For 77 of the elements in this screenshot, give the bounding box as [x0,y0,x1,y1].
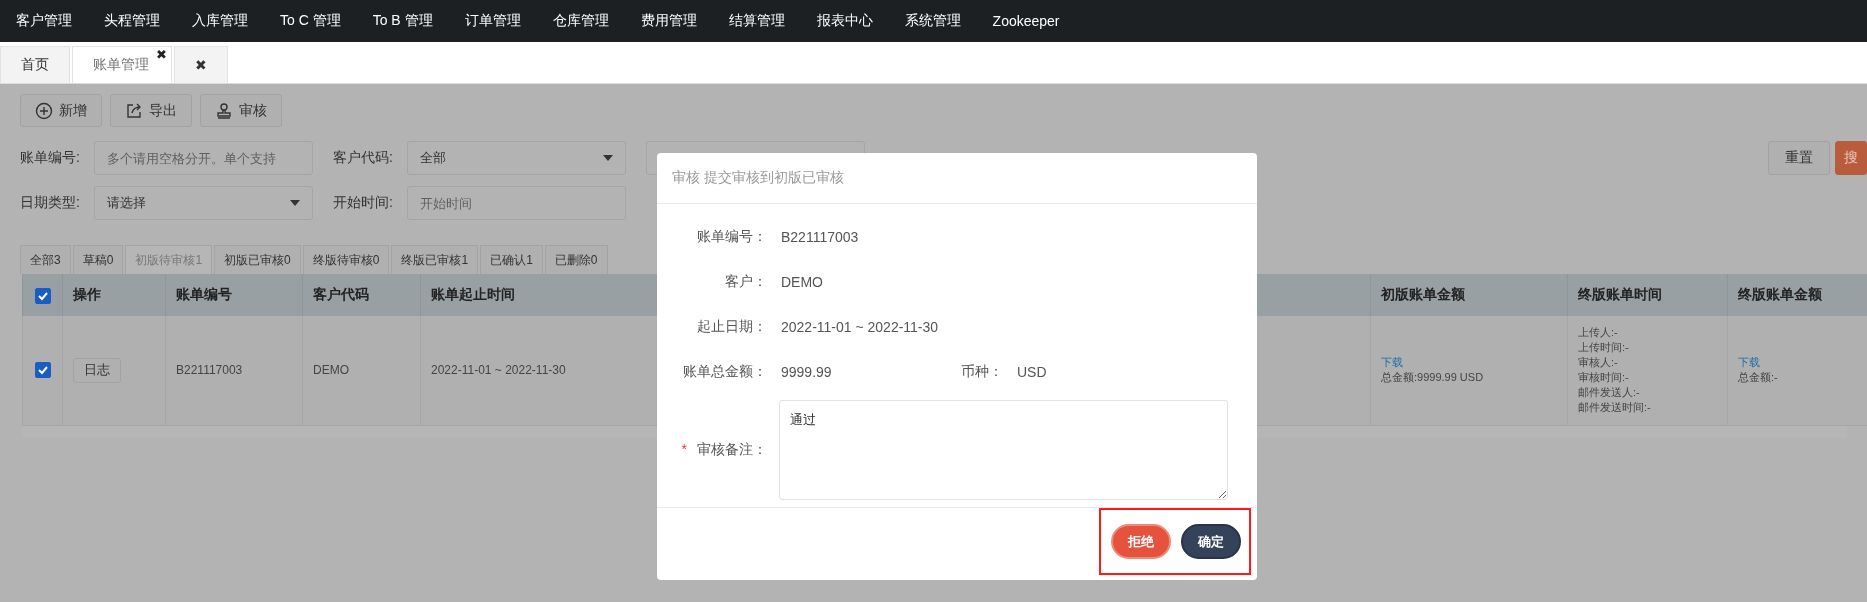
toolbar-button[interactable]: 新增 [20,94,102,127]
form-label: 客户： [724,272,767,291]
column-header: 操作 [73,286,101,302]
status-tab[interactable]: 已删除0 [544,245,608,274]
table-cell: 总金额:- [1738,371,1778,384]
table-cell: 总金额:9999.99 USD [1381,371,1484,384]
status-tab[interactable]: 草稿0 [72,245,124,274]
close-icon[interactable]: ✖ [156,47,167,62]
plus-circle-icon [35,101,53,120]
table-cell: B221117003 [176,363,243,378]
filter-label: 账单编号: [20,149,81,167]
column-header: 账单起止时间 [431,286,515,302]
filter-label: 日期类型: [20,194,81,212]
checkbox[interactable] [34,287,51,304]
search-button[interactable]: 重置 [1768,141,1830,175]
form-label: 起止日期： [696,317,767,336]
table-cell: DEMO [313,363,349,378]
nav-item[interactable]: Zookeeper [976,13,1076,29]
nav-item[interactable]: 系统管理 [888,12,977,30]
status-tab[interactable]: 终版已审核1 [391,245,479,274]
form-label: 账单总金额： [682,362,767,381]
table-cell: 2022-11-01 ~ 2022-11-30 [431,363,566,378]
column-header: 终版账单时间 [1578,286,1662,302]
required-mark: * [681,441,687,459]
column-header: 客户代码 [313,286,369,302]
table-cell-text: 上传时间:- [1578,340,1630,356]
checkbox[interactable] [34,362,51,379]
form-value: USD [1017,363,1047,380]
log-button[interactable]: 日志 [73,357,121,383]
nav-item[interactable]: To B 管理 [356,12,449,30]
caret-icon [290,200,300,206]
nav-item[interactable]: 入库管理 [176,12,264,30]
nav-item[interactable]: 费用管理 [624,12,713,30]
filter-label: 开始时间: [333,194,394,212]
stamp-icon [215,101,233,120]
dialog-button[interactable]: 拒绝 [1111,524,1171,559]
form-label: 账单编号： [696,227,767,246]
nav-item[interactable]: 报表中心 [800,12,889,30]
filter-label: 客户代码: [333,149,394,167]
input-field[interactable]: 多个请用空格分开。单个支持 [94,141,313,175]
form-label: 币种： [961,362,1003,381]
form-value: B221117003 [781,228,859,245]
table-cell-text: 邮件发送时间:- [1578,400,1652,416]
page-tab[interactable]: ✖ [174,46,228,83]
form-label: 审核备注： [697,441,767,459]
table-cell-text: 审核时间:- [1578,370,1630,386]
export-icon [125,101,143,120]
select-field[interactable]: 全部 [407,141,626,175]
input-field[interactable]: 开始时间 [407,186,626,220]
status-tab[interactable]: 已确认1 [480,245,543,274]
nav-item[interactable]: 客户管理 [0,12,88,30]
nav-item[interactable]: 结算管理 [712,12,801,30]
table-cell-text: 审核人:- [1578,355,1619,371]
remark-field[interactable]: 通过 [779,400,1228,500]
page-tab[interactable]: 首页 [0,46,70,83]
column-header: 终版账单金额 [1738,286,1822,302]
form-value: 2022-11-01 ~ 2022-11-30 [781,318,939,335]
nav-item[interactable]: To C 管理 [264,12,357,30]
nav-item[interactable]: 仓库管理 [536,12,625,30]
nav-item[interactable]: 订单管理 [448,12,537,30]
nav-item[interactable]: 头程管理 [88,12,176,30]
dialog-button[interactable]: 确定 [1181,524,1241,559]
column-header: 初版账单金额 [1381,286,1465,302]
form-value: 9999.99 [781,363,833,380]
column-header: 账单编号 [176,286,232,302]
status-tab[interactable]: 终版待审核0 [302,245,390,274]
toolbar-button[interactable]: 审核 [200,94,282,127]
status-tab[interactable]: 初版已审核0 [214,245,301,274]
caret-icon [603,155,613,161]
toolbar-button[interactable]: 导出 [110,94,192,127]
dialog-title: 审核 提交审核到初版已审核 [672,169,844,187]
status-tab[interactable]: 全部3 [20,245,71,274]
page-tab[interactable]: 账单管理 ✖ [72,46,172,83]
select-field[interactable]: 请选择 [94,186,313,220]
table-cell-text: 上传人:- [1578,325,1619,341]
form-value: DEMO [781,273,823,290]
table-cell-text: 邮件发送人:- [1578,385,1641,401]
